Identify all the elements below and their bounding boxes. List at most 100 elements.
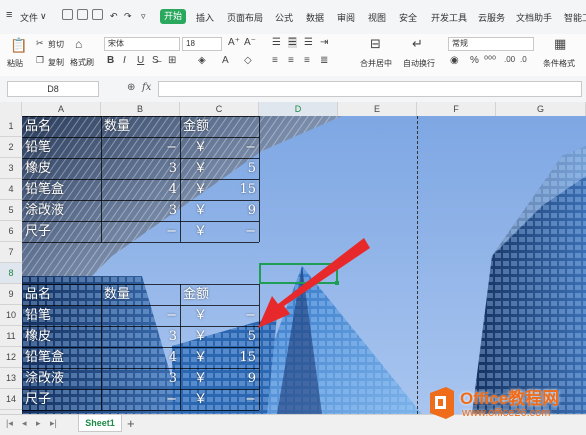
percent-icon[interactable]: %: [470, 55, 479, 66]
row-header-2[interactable]: 2: [0, 137, 22, 158]
align-top-icon[interactable]: ☰: [272, 37, 281, 48]
font-color-icon[interactable]: A: [222, 55, 229, 66]
tab-data[interactable]: 数据: [306, 11, 324, 24]
number-format-select[interactable]: 常规: [448, 37, 534, 51]
tab-doc-assistant[interactable]: 文档助手: [516, 11, 552, 24]
row-header-4[interactable]: 4: [0, 179, 22, 200]
tab-review[interactable]: 审阅: [337, 11, 355, 24]
row-header-1[interactable]: 1: [0, 116, 22, 137]
tab-smart[interactable]: 智能工: [564, 11, 586, 24]
row-header-11[interactable]: 11: [0, 326, 22, 347]
currency-icon[interactable]: ◉: [450, 55, 459, 66]
ribbon-toolbar: 📋 粘贴 ✂ 剪切 ❐ 复制 ⌂ 格式刷 宋体 18 A⁺ A⁻ B I U S…: [0, 34, 586, 77]
row-header-6[interactable]: 6: [0, 221, 22, 242]
column-header-e[interactable]: E: [338, 102, 417, 116]
tab-insert[interactable]: 插入: [196, 11, 214, 24]
copy-button[interactable]: 复制: [48, 57, 64, 68]
conditional-format-icon[interactable]: ▦: [554, 36, 566, 52]
tab-page-layout[interactable]: 页面布局: [227, 11, 263, 24]
save-icon[interactable]: [62, 9, 73, 20]
wrap-text-button[interactable]: 自动换行: [403, 58, 435, 69]
align-middle-icon[interactable]: ☰: [288, 37, 297, 48]
format-painter-button[interactable]: 格式刷: [70, 57, 94, 68]
row-header-10[interactable]: 10: [0, 305, 22, 326]
cut-icon[interactable]: ✂: [36, 38, 44, 49]
clear-format-icon[interactable]: ◇: [244, 55, 252, 66]
row-header-7[interactable]: 7: [0, 242, 22, 263]
fx-label[interactable]: fx: [142, 82, 151, 93]
watermark-url: www.office26.com: [462, 407, 551, 419]
column-header-a[interactable]: A: [22, 102, 101, 116]
row-header-13[interactable]: 13: [0, 368, 22, 389]
menu-bar: ≡ 文件 ∨ ↶ ↷ ▿ 开始 插入 页面布局 公式 数据 审阅 视图 安全 开…: [0, 0, 586, 35]
fill-color-icon[interactable]: ◈: [198, 55, 206, 66]
formula-bar: D8 ⊕ fx: [0, 76, 586, 103]
row-header-5[interactable]: 5: [0, 200, 22, 221]
tab-start[interactable]: 开始: [160, 9, 186, 24]
decrease-decimal-icon[interactable]: .0: [520, 55, 527, 64]
underline-icon[interactable]: U: [137, 55, 144, 66]
row-header-8[interactable]: 8: [0, 263, 22, 284]
add-sheet-button[interactable]: +: [127, 416, 135, 431]
format-painter-icon[interactable]: ⌂: [75, 37, 82, 51]
merge-center-icon[interactable]: ⊟: [370, 36, 381, 52]
last-sheet-icon[interactable]: ▸|: [50, 418, 57, 429]
row-header-14[interactable]: 14: [0, 389, 22, 410]
undo-icon[interactable]: ↶: [110, 11, 118, 22]
select-all-corner[interactable]: [0, 102, 22, 116]
hamburger-icon[interactable]: ≡: [6, 9, 12, 21]
paste-icon[interactable]: 📋: [10, 37, 27, 54]
comma-icon[interactable]: ⁰⁰⁰: [484, 55, 496, 66]
font-name-select[interactable]: 宋体: [104, 37, 180, 51]
border-icon[interactable]: ⊞: [168, 55, 176, 66]
column-header-c[interactable]: C: [180, 102, 259, 116]
italic-icon[interactable]: I: [123, 55, 126, 66]
align-bottom-icon[interactable]: ☰: [304, 37, 313, 48]
justify-icon[interactable]: ≣: [320, 55, 328, 66]
column-header-d[interactable]: D: [259, 102, 338, 116]
watermark-brand: Office教程网: [460, 389, 560, 408]
indent-icon[interactable]: ⇥: [320, 37, 328, 48]
decrease-font-icon[interactable]: A⁻: [244, 37, 256, 48]
zoom-icon[interactable]: ⊕: [127, 82, 135, 93]
column-header-b[interactable]: B: [101, 102, 180, 116]
strikethrough-icon[interactable]: S̶: [152, 55, 159, 66]
chevron-down-icon[interactable]: ∨: [40, 11, 47, 22]
align-center-icon[interactable]: ≡: [288, 55, 294, 66]
formula-input[interactable]: [158, 81, 582, 97]
column-header-f[interactable]: F: [417, 102, 496, 116]
align-right-icon[interactable]: ≡: [304, 55, 310, 66]
bold-icon[interactable]: B: [107, 55, 114, 66]
conditional-format-button[interactable]: 条件格式: [543, 58, 575, 69]
name-box[interactable]: D8: [7, 81, 99, 97]
first-sheet-icon[interactable]: |◂: [6, 418, 13, 429]
column-header-g[interactable]: G: [496, 102, 586, 116]
redo-icon[interactable]: ↷: [124, 11, 132, 22]
tab-security[interactable]: 安全: [399, 11, 417, 24]
tab-formulas[interactable]: 公式: [275, 11, 293, 24]
export-icon[interactable]: [77, 9, 88, 20]
tab-developer[interactable]: 开发工具: [431, 11, 467, 24]
prev-sheet-icon[interactable]: ◂: [22, 418, 27, 429]
increase-decimal-icon[interactable]: .00: [504, 55, 515, 64]
wrap-text-icon[interactable]: ↵: [412, 36, 423, 52]
office26-watermark: Office教程网 www.office26.com: [426, 383, 586, 425]
quick-access-chevron-icon[interactable]: ▿: [141, 11, 146, 22]
font-size-select[interactable]: 18: [182, 37, 222, 51]
cut-button[interactable]: 剪切: [48, 39, 64, 50]
tab-cloud[interactable]: 云服务: [478, 11, 505, 24]
next-sheet-icon[interactable]: ▸: [36, 418, 41, 429]
sheet-tab-sheet1[interactable]: Sheet1: [78, 415, 122, 432]
sheet-grid[interactable]: 品名 数量 金额 铅笔 − ￥ − 橡皮 3 ￥ 5 铅笔盒 4 ￥ 15 涂改…: [22, 116, 586, 414]
file-menu[interactable]: 文件: [20, 11, 38, 24]
row-header-3[interactable]: 3: [0, 158, 22, 179]
align-left-icon[interactable]: ≡: [272, 55, 278, 66]
increase-font-icon[interactable]: A⁺: [228, 37, 240, 48]
tab-view[interactable]: 视图: [368, 11, 386, 24]
merge-center-button[interactable]: 合并居中: [360, 58, 392, 69]
paste-button[interactable]: 粘贴: [7, 58, 23, 69]
copy-icon[interactable]: ❐: [36, 55, 44, 66]
row-header-12[interactable]: 12: [0, 347, 22, 368]
row-header-9[interactable]: 9: [0, 284, 22, 305]
print-icon[interactable]: [92, 9, 103, 20]
